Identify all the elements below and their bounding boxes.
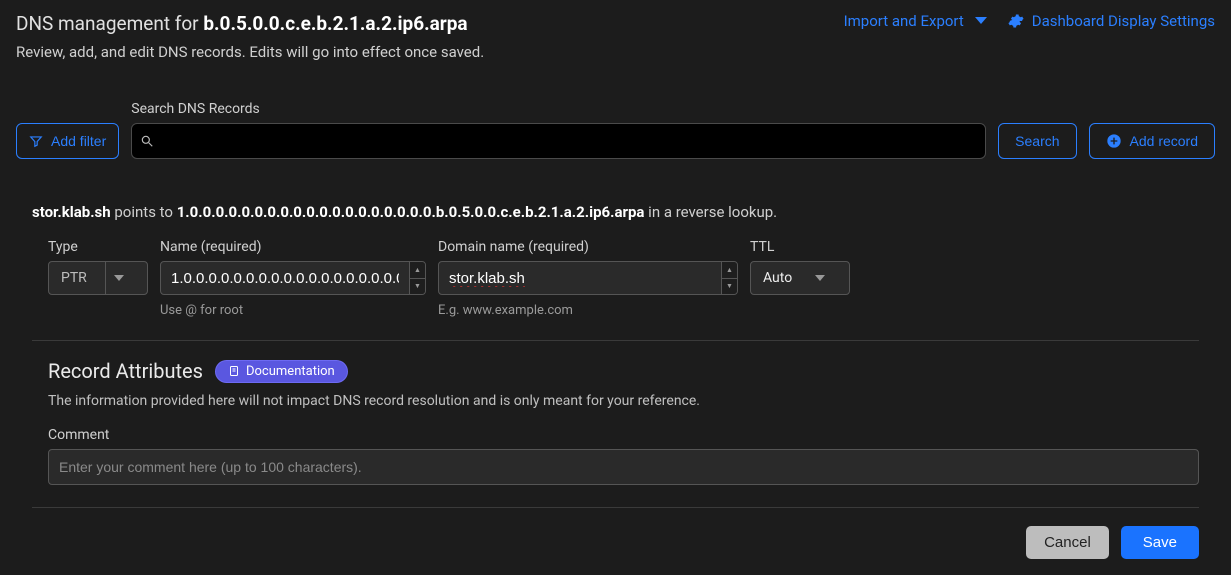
lookup-suffix: in a reverse lookup. — [644, 203, 777, 221]
lookup-target: 1.0.0.0.0.0.0.0.0.0.0.0.0.0.0.0.0.0.0.0.… — [177, 203, 645, 221]
ttl-label: TTL — [750, 239, 850, 255]
title-prefix: DNS management for — [16, 12, 203, 35]
divider — [32, 340, 1199, 341]
name-hint: Use @ for root — [160, 303, 426, 318]
name-input[interactable] — [161, 262, 409, 294]
title-domain: b.0.5.0.0.c.e.b.2.1.a.2.ip6.arpa — [203, 12, 467, 35]
name-stepper[interactable]: ▲ ▼ — [409, 262, 425, 294]
add-record-label: Add record — [1130, 133, 1198, 149]
import-export-link[interactable]: Import and Export — [844, 12, 988, 30]
stepper-up-icon[interactable]: ▲ — [722, 262, 737, 279]
domain-input[interactable] — [439, 262, 721, 294]
doc-icon — [228, 365, 240, 377]
gear-icon — [1008, 13, 1024, 29]
chevron-down-icon — [807, 262, 833, 294]
lookup-host: stor.klab.sh — [32, 203, 111, 221]
type-label: Type — [48, 239, 148, 255]
dashboard-settings-label: Dashboard Display Settings — [1032, 12, 1215, 30]
name-input-wrap[interactable]: ▲ ▼ — [160, 261, 426, 295]
type-value: PTR — [49, 262, 105, 294]
plus-circle-icon — [1106, 133, 1122, 149]
stepper-down-icon[interactable]: ▼ — [722, 279, 737, 295]
type-select[interactable]: PTR — [48, 261, 148, 295]
chevron-down-icon — [105, 262, 131, 294]
search-icon — [132, 134, 162, 148]
page-title: DNS management for b.0.5.0.0.c.e.b.2.1.a… — [16, 12, 484, 35]
domain-stepper[interactable]: ▲ ▼ — [721, 262, 737, 294]
lookup-summary: stor.klab.sh points to 1.0.0.0.0.0.0.0.0… — [32, 203, 1215, 221]
stepper-down-icon[interactable]: ▼ — [410, 279, 425, 295]
documentation-link[interactable]: Documentation — [215, 360, 348, 383]
cancel-button[interactable]: Cancel — [1026, 526, 1109, 559]
add-record-button[interactable]: Add record — [1089, 123, 1215, 159]
lookup-mid: points to — [111, 203, 177, 221]
record-attributes-heading: Record Attributes — [48, 359, 203, 383]
page-subtitle: Review, add, and edit DNS records. Edits… — [16, 43, 484, 61]
caret-down-icon — [974, 16, 988, 26]
comment-label: Comment — [48, 427, 1199, 443]
save-button[interactable]: Save — [1121, 526, 1199, 559]
search-input-wrapper[interactable] — [131, 123, 986, 159]
name-label: Name (required) — [160, 239, 426, 255]
record-attributes-description: The information provided here will not i… — [48, 393, 1199, 409]
search-label: Search DNS Records — [131, 101, 986, 117]
domain-input-wrap[interactable]: ▲ ▼ — [438, 261, 738, 295]
ttl-select[interactable]: Auto — [750, 261, 850, 295]
domain-hint: E.g. www.example.com — [438, 303, 738, 318]
domain-label: Domain name (required) — [438, 239, 738, 255]
add-filter-button[interactable]: Add filter — [16, 123, 119, 159]
documentation-label: Documentation — [246, 364, 335, 379]
search-input[interactable] — [162, 124, 985, 158]
filter-icon — [29, 134, 43, 148]
import-export-label: Import and Export — [844, 12, 964, 30]
ttl-value: Auto — [751, 262, 807, 294]
search-button[interactable]: Search — [998, 123, 1076, 159]
comment-input[interactable] — [48, 449, 1199, 485]
dashboard-settings-link[interactable]: Dashboard Display Settings — [1008, 12, 1215, 30]
add-filter-label: Add filter — [51, 133, 106, 149]
stepper-up-icon[interactable]: ▲ — [410, 262, 425, 279]
